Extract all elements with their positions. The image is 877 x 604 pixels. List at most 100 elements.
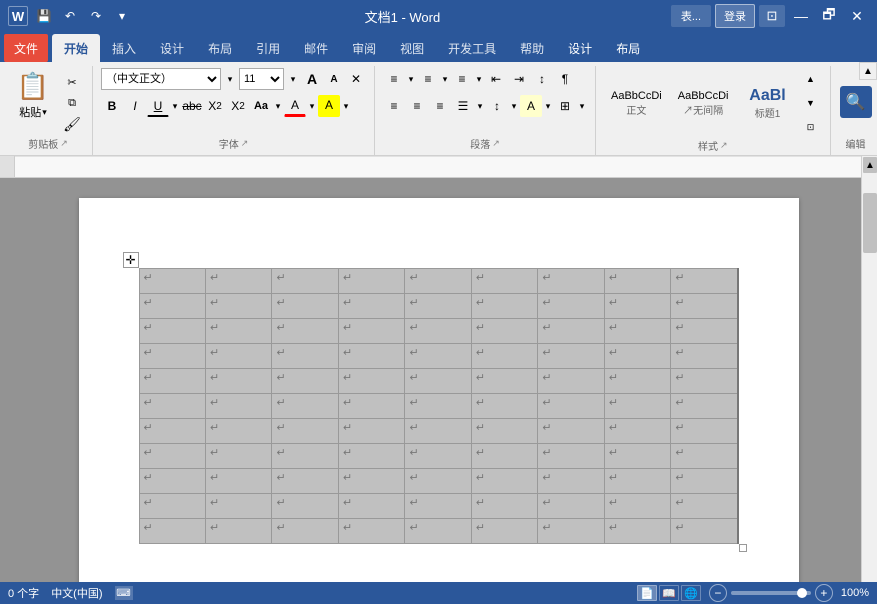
table-cell[interactable]: ↵ [139,519,205,544]
table-cell[interactable]: ↵ [538,444,604,469]
align-left-button[interactable]: ≡ [383,95,405,117]
clipboard-expand-icon[interactable]: ↗ [60,138,68,149]
table-cell[interactable]: ↵ [139,319,205,344]
table-cell[interactable]: ↵ [671,419,738,444]
clear-format-button[interactable]: ✕ [346,69,366,89]
table-cell[interactable]: ↵ [272,319,338,344]
table-cell[interactable]: ↵ [272,444,338,469]
table-cell[interactable]: ↵ [338,394,404,419]
table-cell[interactable]: ↵ [604,294,670,319]
increase-indent-button[interactable]: ⇥ [508,68,530,90]
table-cell[interactable]: ↵ [538,319,604,344]
numbering-dropdown[interactable]: ▾ [440,68,450,90]
table-cell[interactable]: ↵ [338,494,404,519]
table-cell[interactable]: ↵ [139,369,205,394]
table-cell[interactable]: ↵ [471,469,537,494]
zoom-out-button[interactable]: − [709,584,727,602]
styles-scroll-down-button[interactable]: ▼ [800,92,822,114]
table-cell[interactable]: ↵ [405,294,471,319]
table-cell[interactable]: ↵ [604,269,670,294]
table-resize-handle[interactable] [739,544,747,552]
shading-button[interactable]: A [520,95,542,117]
read-view-button[interactable]: 📖 [659,585,679,601]
table-cell[interactable]: ↵ [604,369,670,394]
table-cell[interactable]: ↵ [338,419,404,444]
multilevel-button[interactable]: ≡ [451,68,473,90]
tab-mailings[interactable]: 邮件 [292,34,340,62]
table-cell[interactable]: ↵ [272,269,338,294]
table-cell[interactable]: ↵ [139,494,205,519]
table-cell[interactable]: ↵ [671,319,738,344]
table-cell[interactable]: ↵ [604,469,670,494]
table-cell[interactable]: ↵ [338,519,404,544]
table-cell[interactable]: ↵ [604,494,670,519]
tab-design[interactable]: 设计 [148,34,196,62]
table-cell[interactable]: ↵ [471,444,537,469]
table-cell[interactable]: ↵ [471,494,537,519]
table-cell[interactable]: ↵ [538,494,604,519]
zoom-slider[interactable] [731,591,811,595]
table-cell[interactable]: ↵ [671,444,738,469]
scroll-thumb[interactable] [863,193,877,253]
table-cell[interactable]: ↵ [205,519,271,544]
format-painter-button[interactable]: 🖌 [58,114,86,134]
table-cell[interactable]: ↵ [604,394,670,419]
table-cell[interactable]: ↵ [205,319,271,344]
login-button[interactable]: 登录 [715,4,755,28]
tab-file[interactable]: 文件 [4,34,48,62]
table-cell[interactable]: ↵ [538,519,604,544]
decrease-indent-button[interactable]: ⇤ [485,68,507,90]
table-cell[interactable]: ↵ [338,344,404,369]
web-view-button[interactable]: 🌐 [681,585,701,601]
table-cell[interactable]: ↵ [471,369,537,394]
customize-quick-access-button[interactable]: ▾ [110,4,134,28]
table-cell[interactable]: ↵ [405,369,471,394]
text-color-button[interactable]: A [284,95,306,117]
bullets-button[interactable]: ≡ [383,68,405,90]
font-name-select[interactable]: （中文正文） [101,68,221,90]
change-case-dropdown[interactable]: ▾ [273,95,283,117]
highlight-button[interactable]: A [318,95,340,117]
paste-dropdown-icon[interactable]: ▾ [42,107,47,118]
tab-home[interactable]: 开始 [52,34,100,62]
table-cell[interactable]: ↵ [205,369,271,394]
table-cell[interactable]: ↵ [604,519,670,544]
numbering-button[interactable]: ≡ [417,68,439,90]
table-cell[interactable]: ↵ [338,294,404,319]
borders-dropdown[interactable]: ▾ [577,95,587,117]
vertical-scrollbar[interactable]: ▲ [861,156,877,582]
table-cell[interactable]: ↵ [338,369,404,394]
table-cell[interactable]: ↵ [471,319,537,344]
table-cell[interactable]: ↵ [205,394,271,419]
table-cell[interactable]: ↵ [272,394,338,419]
bold-button[interactable]: B [101,95,123,117]
table-cell[interactable]: ↵ [405,394,471,419]
strikethrough-button[interactable]: abc [181,95,203,117]
tab-design2[interactable]: 设计 [556,34,604,62]
table-cell[interactable]: ↵ [471,394,537,419]
tab-review[interactable]: 审阅 [340,34,388,62]
table-cell[interactable]: ↵ [671,269,738,294]
table-cell[interactable]: ↵ [538,394,604,419]
close-button[interactable]: ✕ [845,4,869,28]
tab-insert[interactable]: 插入 [100,34,148,62]
table-cell[interactable]: ↵ [272,344,338,369]
table-cell[interactable]: ↵ [139,394,205,419]
table-cell[interactable]: ↵ [272,369,338,394]
justify-button[interactable]: ☰ [452,95,474,117]
font-shrink-button[interactable]: A [324,69,344,89]
table-cell[interactable]: ↵ [205,494,271,519]
table-cell[interactable]: ↵ [671,394,738,419]
redo-button[interactable]: ↷ [84,4,108,28]
table-cell[interactable]: ↵ [604,444,670,469]
align-dropdown[interactable]: ▾ [475,95,485,117]
table-cell[interactable]: ↵ [139,469,205,494]
table-cell[interactable]: ↵ [338,469,404,494]
table-cell[interactable]: ↵ [604,419,670,444]
shading-dropdown[interactable]: ▾ [543,95,553,117]
table-cell[interactable]: ↵ [272,419,338,444]
tab-layout2[interactable]: 布局 [604,34,652,62]
tab-view[interactable]: 视图 [388,34,436,62]
font-name-dropdown-icon[interactable]: ▾ [223,69,237,89]
window-frame-button[interactable]: ⊡ [759,5,785,27]
